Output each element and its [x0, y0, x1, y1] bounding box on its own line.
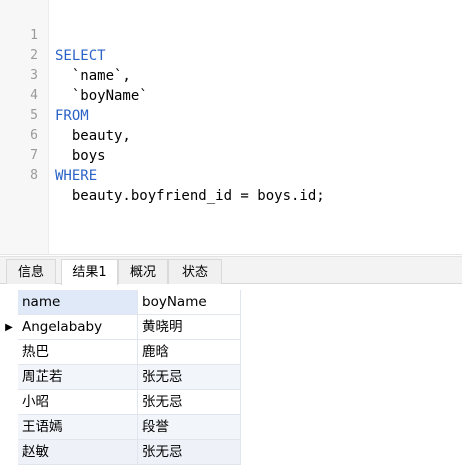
cell-name[interactable]: 热巴 — [18, 340, 138, 365]
code-line: 6 boys — [0, 106, 462, 164]
column-header-boyname[interactable]: boyName — [138, 290, 241, 315]
cell-name[interactable]: 周芷若 — [18, 365, 138, 390]
cell-boyname[interactable]: 张无忌 — [138, 365, 241, 390]
cell-boyname[interactable]: 鹿晗 — [138, 340, 241, 365]
code-line: 8 beauty.boyfriend_id = boys.id; — [0, 146, 462, 204]
code-line: 7 WHERE — [0, 126, 462, 184]
code-area[interactable]: 1 SELECT 2 `name`, 3 `boyName` 4 FROM 5 … — [0, 6, 462, 204]
cell-name[interactable]: Angelababy — [18, 315, 138, 340]
tab-status[interactable]: 状态 — [168, 259, 222, 284]
code-line: 1 SELECT — [0, 6, 462, 64]
code-line: 2 `name`, — [0, 26, 462, 84]
cell-name[interactable]: 小昭 — [18, 390, 138, 415]
grid-header-row: name boyName — [0, 290, 241, 315]
table-row[interactable]: ▶ Angelababy 黄晓明 — [0, 315, 241, 340]
code-line: 3 `boyName` — [0, 46, 462, 104]
cell-name[interactable]: 赵敏 — [18, 440, 138, 465]
result-grid[interactable]: name boyName ▶ Angelababy 黄晓明 热巴 鹿晗 周芷若 … — [0, 288, 462, 468]
cell-boyname[interactable]: 段誉 — [138, 415, 241, 440]
cell-name[interactable]: 王语嫣 — [18, 415, 138, 440]
table-row[interactable]: 王语嫣 段誉 — [0, 415, 241, 440]
table-row[interactable]: 热巴 鹿晗 — [0, 340, 241, 365]
tab-result-1[interactable]: 结果1 — [61, 259, 118, 285]
table-row[interactable]: 赵敏 张无忌 — [0, 440, 241, 465]
code-text: beauty.boyfriend_id = boys.id; — [55, 188, 325, 204]
line-number: 8 — [30, 168, 38, 183]
table-row[interactable]: 小昭 张无忌 — [0, 390, 241, 415]
current-row-marker-icon: ▶ — [5, 322, 13, 333]
query-window: 1 SELECT 2 `name`, 3 `boyName` 4 FROM 5 … — [0, 0, 462, 468]
cell-boyname[interactable]: 张无忌 — [138, 390, 241, 415]
column-header-name[interactable]: name — [18, 290, 138, 315]
cell-boyname[interactable]: 黄晓明 — [138, 315, 241, 340]
tab-profile[interactable]: 概况 — [118, 259, 168, 284]
sql-editor[interactable]: 1 SELECT 2 `name`, 3 `boyName` 4 FROM 5 … — [0, 0, 462, 255]
code-line: 4 FROM — [0, 66, 462, 124]
result-tab-bar: 信息 结果1 概况 状态 — [0, 256, 462, 285]
table-row[interactable]: 周芷若 张无忌 — [0, 365, 241, 390]
tab-info[interactable]: 信息 — [6, 259, 56, 284]
cell-boyname[interactable]: 张无忌 — [138, 440, 241, 465]
code-line: 5 beauty, — [0, 86, 462, 144]
